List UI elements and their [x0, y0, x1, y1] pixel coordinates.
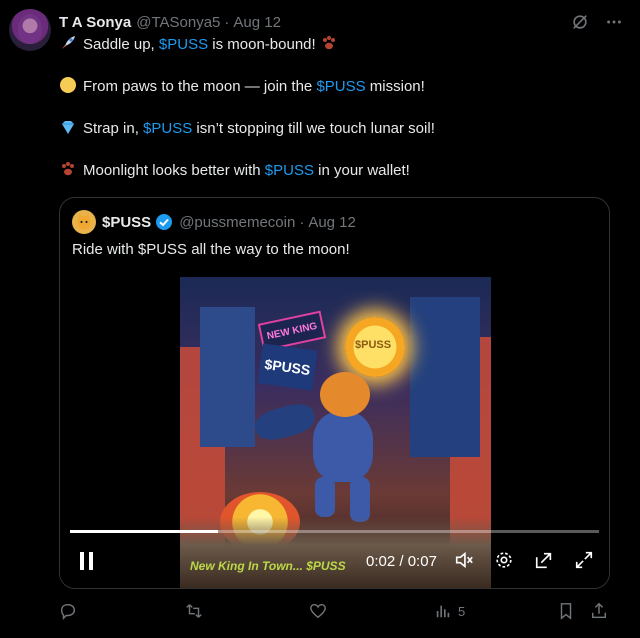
- cashtag-link[interactable]: $PUSS: [159, 36, 208, 53]
- repost-icon: [186, 604, 202, 618]
- pause-icon: [80, 552, 93, 570]
- tweet-text-segment: in your wallet!: [313, 162, 410, 179]
- repost-button[interactable]: [185, 600, 203, 622]
- duration: 0:07: [407, 553, 437, 570]
- views-button[interactable]: 5: [434, 600, 465, 622]
- video-controls: 0:02 / 0:07: [60, 545, 609, 577]
- coin-text: $PUSS: [355, 339, 392, 351]
- current-time: 0:02: [366, 553, 396, 570]
- tweet-actions: 5: [59, 600, 615, 622]
- cashtag-link[interactable]: $PUSS: [316, 78, 365, 95]
- tweet[interactable]: T A Sonya @TASonya5 · Aug 12 Saddle up, …: [0, 0, 640, 638]
- quote-avatar[interactable]: [72, 210, 96, 234]
- quote-text: Ride with $PUSS all the way to the moon!: [72, 241, 350, 258]
- pause-button[interactable]: [78, 551, 96, 571]
- cashtag-link[interactable]: $PUSS: [143, 120, 192, 137]
- tweet-text-segment: Strap in,: [83, 120, 144, 137]
- tweet-text-segment: Saddle up,: [83, 36, 159, 53]
- reply-button[interactable]: [59, 600, 77, 622]
- video-player[interactable]: NEW KING $PUSS $PUSS New King In Town...…: [60, 277, 609, 588]
- tweet-text-segment: From paws to the moon — join the: [83, 78, 317, 95]
- separator-dot: ·: [224, 13, 230, 31]
- tweet-text-segment: is moon-bound!: [208, 36, 320, 53]
- share-icon: [591, 602, 607, 619]
- settings-icon[interactable]: [493, 549, 515, 571]
- tweet-header: T A Sonya @TASonya5 · Aug 12: [59, 12, 281, 32]
- tweet-line: Strap in, $PUSS isn’t stopping till we t…: [59, 118, 619, 138]
- time-separator: /: [399, 553, 404, 570]
- verified-badge-icon: [156, 214, 173, 230]
- author-handle[interactable]: @TASonya5: [136, 14, 220, 31]
- rocket-icon: [62, 36, 75, 49]
- tweet-line: From paws to the moon — join the $PUSS m…: [59, 76, 619, 96]
- cashtag-link[interactable]: $PUSS: [265, 162, 314, 179]
- quote-author-name[interactable]: $PUSS: [102, 214, 151, 231]
- author-name[interactable]: T A Sonya: [59, 14, 131, 31]
- top-actions: [570, 12, 624, 32]
- avatar[interactable]: [9, 9, 51, 51]
- video-right-controls: [453, 549, 595, 571]
- tweet-text-segment: Moonlight looks better with: [83, 162, 265, 179]
- fullscreen-icon[interactable]: [573, 549, 595, 571]
- coin-sun: $PUSS: [345, 317, 405, 377]
- video-frame: NEW KING $PUSS $PUSS New King In Town...…: [180, 277, 491, 588]
- views-count: 5: [458, 603, 466, 619]
- tweet-text: Saddle up, $PUSS is moon-bound! From paw…: [59, 34, 619, 180]
- diamond-icon: [62, 121, 74, 134]
- cat-character: [252, 372, 390, 522]
- video-progress-fill: [70, 530, 219, 533]
- bookmark-icon: [560, 603, 572, 620]
- tweet-text-segment: isn’t stopping till we touch lunar soil!: [192, 120, 435, 137]
- video-time: 0:02 / 0:07: [366, 553, 437, 570]
- quoted-tweet[interactable]: $PUSS @pussmemecoin · Aug 12 Ride with $…: [59, 197, 610, 589]
- grok-icon[interactable]: [570, 12, 590, 32]
- tweet-line: Moonlight looks better with $PUSS in you…: [59, 160, 619, 180]
- share-button[interactable]: [590, 600, 608, 622]
- bookmark-button[interactable]: [557, 600, 575, 622]
- tweet-text-segment: mission!: [365, 78, 425, 95]
- tweet-line: Saddle up, $PUSS is moon-bound!: [59, 34, 619, 54]
- mute-icon[interactable]: [453, 549, 475, 571]
- like-button[interactable]: [309, 600, 327, 622]
- more-options-icon[interactable]: [604, 12, 624, 32]
- quote-date[interactable]: Aug 12: [308, 214, 356, 231]
- quote-author-handle[interactable]: @pussmemecoin: [179, 214, 295, 231]
- paw-icon: [62, 162, 74, 176]
- quote-header: $PUSS @pussmemecoin · Aug 12: [72, 210, 356, 234]
- paw-icon: [322, 36, 335, 50]
- picture-in-picture-icon[interactable]: [533, 549, 555, 571]
- views-icon: [436, 605, 450, 618]
- reply-icon: [60, 603, 76, 620]
- video-progress-bar[interactable]: [70, 530, 599, 533]
- tweet-date[interactable]: Aug 12: [233, 14, 281, 31]
- full-moon-icon: [60, 77, 76, 93]
- separator-dot: ·: [299, 213, 305, 231]
- heart-icon: [310, 603, 326, 619]
